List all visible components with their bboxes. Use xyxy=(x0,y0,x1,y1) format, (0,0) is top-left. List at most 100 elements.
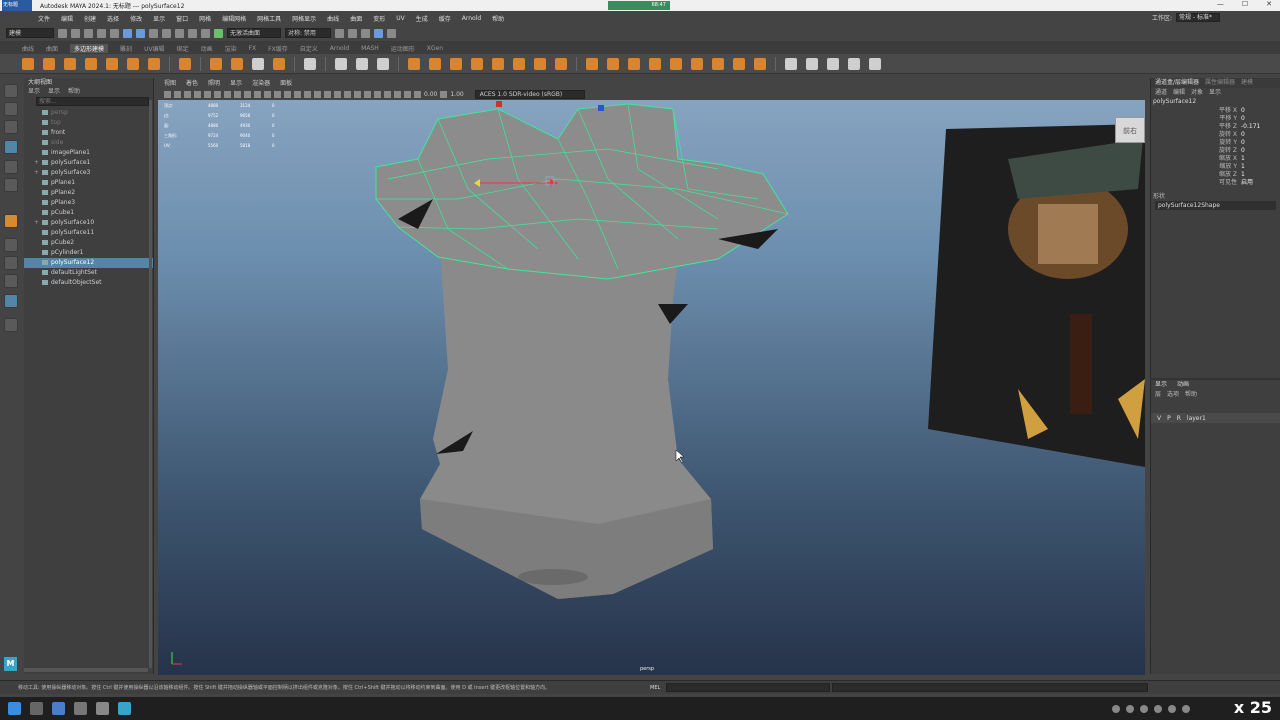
menu-item[interactable]: 缓存 xyxy=(439,14,451,23)
menu-item[interactable]: 编辑 xyxy=(61,14,73,23)
outliner-menu-item[interactable]: 帮助 xyxy=(68,87,80,96)
app-icon[interactable] xyxy=(74,702,87,715)
render-frame-icon[interactable] xyxy=(335,28,344,38)
new-scene-icon[interactable] xyxy=(58,28,67,38)
menu-item[interactable]: 生成 xyxy=(416,14,428,23)
expand-icon[interactable]: + xyxy=(34,218,39,228)
mel-label[interactable]: MEL xyxy=(650,685,660,691)
outliner-item[interactable]: pPlane2 xyxy=(24,188,153,198)
outliner-menu-item[interactable]: 显示 xyxy=(28,87,40,96)
channel-row[interactable]: 旋转 Z 0 xyxy=(1151,147,1280,155)
menu-item[interactable]: 窗口 xyxy=(176,14,188,23)
symmetry-dropdown[interactable]: 对称: 禁用 xyxy=(285,28,331,38)
bridge-edge-icon[interactable] xyxy=(628,57,640,70)
channel-menu-item[interactable]: 编辑 xyxy=(1173,88,1185,97)
tray-icon[interactable] xyxy=(1182,704,1190,713)
channel-row[interactable]: 旋转 Y 0 xyxy=(1151,139,1280,147)
command-line-input[interactable] xyxy=(666,683,830,692)
remesh-icon[interactable] xyxy=(555,57,567,70)
tab-display-layers[interactable]: 显示 xyxy=(1155,380,1167,390)
quad-draw-icon[interactable] xyxy=(733,57,745,70)
layer-menu-item[interactable]: 选项 xyxy=(1167,390,1179,399)
outliner-item[interactable]: side xyxy=(24,138,153,148)
outliner-item[interactable]: pPlane3 xyxy=(24,198,153,208)
shape-node-item[interactable]: polySurface12Shape xyxy=(1155,201,1276,210)
channel-value[interactable]: -0.171 xyxy=(1241,123,1260,131)
channel-value[interactable]: 0 xyxy=(1241,131,1245,139)
snap-curve-icon[interactable] xyxy=(175,28,184,38)
tray-icon[interactable] xyxy=(1112,704,1120,713)
outliner-item[interactable]: pCube2 xyxy=(24,238,153,248)
live-surface-field[interactable]: 无激活曲面 xyxy=(227,28,281,38)
outliner-item[interactable]: pPlane1 xyxy=(24,178,153,188)
snap-point-icon[interactable] xyxy=(188,28,197,38)
hypershade-icon[interactable] xyxy=(374,28,383,38)
single-view-icon[interactable] xyxy=(4,238,18,252)
menu-item[interactable]: 创建 xyxy=(84,14,96,23)
shelf-tab[interactable]: 动画 xyxy=(201,44,213,53)
close-button[interactable]: ✕ xyxy=(1266,0,1272,8)
menu-item[interactable]: 曲面 xyxy=(350,14,362,23)
channel-value[interactable]: 1 xyxy=(1241,163,1245,171)
poly-torus-icon[interactable] xyxy=(106,57,118,70)
shelf-tab[interactable]: 渲染 xyxy=(225,44,237,53)
four-view-icon[interactable] xyxy=(4,256,18,270)
target-weld-icon[interactable] xyxy=(691,57,703,70)
select-hierarchy-icon[interactable] xyxy=(123,28,132,38)
outliner-menu-item[interactable]: 显示 xyxy=(48,87,60,96)
redo-icon[interactable] xyxy=(110,28,119,38)
layer-name[interactable]: layer1 xyxy=(1187,415,1206,422)
menu-item[interactable]: 网格工具 xyxy=(257,14,281,23)
render-settings-icon[interactable] xyxy=(361,28,370,38)
channel-row[interactable]: 缩放 X 1 xyxy=(1151,155,1280,163)
outliner-item[interactable]: + polySurface10 xyxy=(24,218,153,228)
channel-value[interactable]: 0 xyxy=(1241,147,1245,155)
super-shape-icon[interactable] xyxy=(210,57,222,70)
poly-sphere-alt-icon[interactable] xyxy=(179,57,191,70)
windows-start-icon[interactable] xyxy=(8,702,21,715)
menu-item[interactable]: UV xyxy=(396,15,405,22)
sweep-mesh-icon[interactable] xyxy=(231,57,243,70)
tray-icon[interactable] xyxy=(1154,704,1162,713)
boolean-union-icon[interactable] xyxy=(408,57,420,70)
channel-row[interactable]: 缩放 Y 1 xyxy=(1151,163,1280,171)
selected-cap-mesh[interactable] xyxy=(375,103,789,280)
expand-icon[interactable]: + xyxy=(34,158,39,168)
outliner-item[interactable]: pCube1 xyxy=(24,208,153,218)
shelf-tab[interactable]: 自定义 xyxy=(300,44,318,53)
multi-cut-icon[interactable] xyxy=(670,57,682,70)
shelf-tab-active[interactable]: 多边形建模 xyxy=(70,43,109,53)
two-view-icon[interactable] xyxy=(4,274,18,288)
shelf-tab[interactable]: 绑定 xyxy=(177,44,189,53)
reduce-icon[interactable] xyxy=(534,57,546,70)
outliner-item[interactable]: pCylinder1 xyxy=(24,248,153,258)
snap-plane-icon[interactable] xyxy=(201,28,210,38)
fill-hole-icon[interactable] xyxy=(513,57,525,70)
connect-icon[interactable] xyxy=(712,57,724,70)
select-object-icon[interactable] xyxy=(136,28,145,38)
channel-row[interactable]: 平移 Y 0 xyxy=(1151,115,1280,123)
outliner-item[interactable]: polySurface11 xyxy=(24,228,153,238)
workspace-dropdown[interactable]: 常规 - 标准* xyxy=(1176,13,1220,22)
poke-icon[interactable] xyxy=(754,57,766,70)
boolean-difference-icon[interactable] xyxy=(429,57,441,70)
outliner-item[interactable]: + polySurface1 xyxy=(24,158,153,168)
channel-value[interactable]: 0 xyxy=(1241,115,1245,123)
outliner-search-input[interactable]: 搜索... xyxy=(36,97,149,106)
bevel-icon[interactable] xyxy=(607,57,619,70)
layer-menu-item[interactable]: 帮助 xyxy=(1185,390,1197,399)
shelf-tab[interactable]: 曲线 xyxy=(22,44,34,53)
menu-item[interactable]: 曲线 xyxy=(327,14,339,23)
outliner-vscrollbar[interactable] xyxy=(149,100,152,668)
append-polygon-icon[interactable] xyxy=(649,57,661,70)
shelf-tab[interactable]: Arnold xyxy=(330,45,349,52)
render-ipr-icon[interactable] xyxy=(348,28,357,38)
last-tool-icon[interactable] xyxy=(4,214,18,228)
tray-icon[interactable] xyxy=(1140,704,1148,713)
view-cube[interactable]: 前右 xyxy=(1115,117,1145,143)
rotate-tool-icon[interactable] xyxy=(4,160,18,174)
channel-menu-item[interactable]: 通道 xyxy=(1155,88,1167,97)
channel-row[interactable]: 可见性 启用 xyxy=(1151,179,1280,187)
uv-editor-icon[interactable] xyxy=(806,57,818,70)
shelf-tab[interactable]: 雕刻 xyxy=(120,44,132,53)
